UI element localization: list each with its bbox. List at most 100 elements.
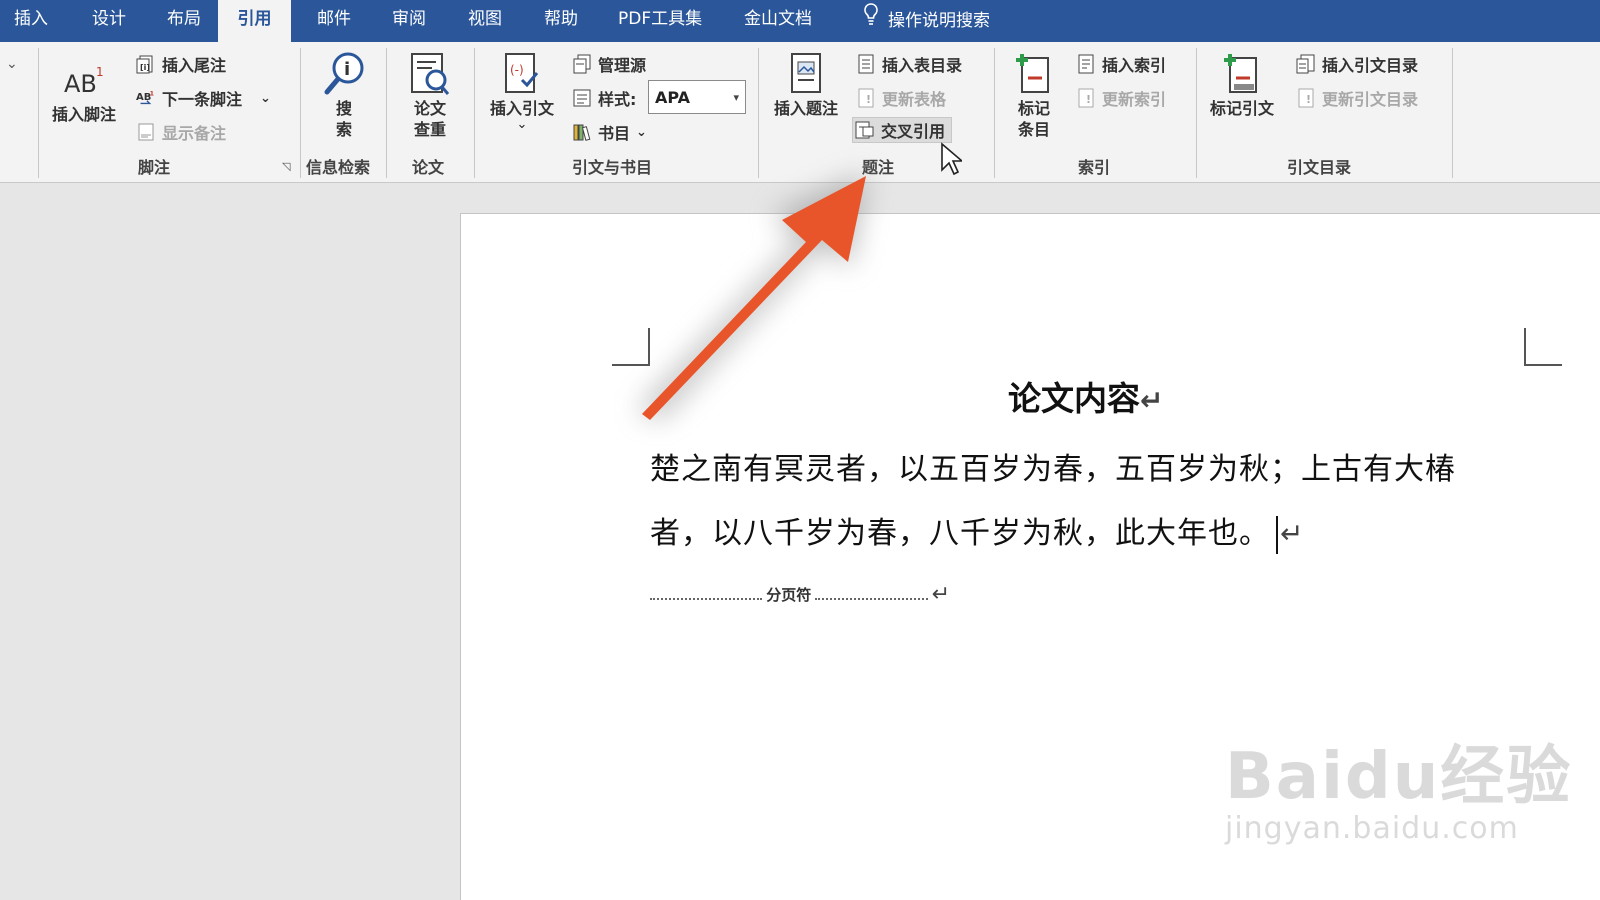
style-label-group: 样式: [572, 85, 636, 111]
tab-insert[interactable]: 插入 [0, 0, 62, 42]
thesis-check-label: 论文查重 [413, 99, 446, 139]
group-separator [1452, 48, 1453, 178]
cross-reference-icon [855, 120, 875, 140]
insert-toa-button[interactable]: 插入引文目录 [1296, 51, 1418, 77]
group-separator [758, 48, 759, 178]
page-break-marker[interactable]: 分页符 ↵ [650, 582, 950, 607]
group-separator [38, 48, 39, 178]
mark-citation-label: 标记引文 [1210, 99, 1275, 118]
tab-layout[interactable]: 布局 [153, 0, 215, 42]
page-break-dots [815, 597, 928, 600]
insert-index-button[interactable]: 插入索引 [1076, 51, 1166, 77]
update-toa-button[interactable]: ! 更新引文目录 [1296, 85, 1418, 111]
manage-sources-button[interactable]: 管理源 [572, 51, 646, 77]
group-label-index: 索引 [1078, 158, 1111, 177]
chevron-down-icon[interactable]: ⌄ [517, 118, 528, 131]
margin-corner-mark [1524, 328, 1562, 366]
tab-mailings[interactable]: 邮件 [303, 0, 365, 42]
svg-text:!: ! [866, 93, 871, 106]
show-notes-button[interactable]: 显示备注 [136, 119, 226, 145]
update-table-button[interactable]: ! 更新表格 [856, 85, 946, 111]
group-label-toa: 引文目录 [1287, 158, 1352, 177]
document-heading-text: 论文内容 [1008, 379, 1140, 418]
svg-text:!: ! [1086, 93, 1091, 106]
body-text: 楚之南有冥灵者，以五百岁为春，五百岁为秋；上古有大椿 [650, 452, 1456, 487]
search-button[interactable]: i 搜索 [322, 50, 366, 140]
insert-toa-label: 插入引文目录 [1322, 56, 1419, 75]
chevron-down-icon[interactable]: ⌄ [260, 91, 271, 106]
table-of-figures-icon [856, 54, 876, 74]
insert-endnote-button[interactable]: [i] 插入尾注 [136, 51, 226, 77]
bibliography-label: 书目 [598, 124, 631, 143]
update-index-label: 更新索引 [1102, 90, 1167, 109]
insert-citation-button[interactable]: (-) 插入引文 ⌄ [490, 50, 554, 131]
cross-reference-button[interactable]: 交叉引用 [852, 117, 953, 143]
svg-text:!: ! [1306, 93, 1311, 106]
watermark-main-text: Baidu经验 [1225, 740, 1573, 814]
manage-sources-label: 管理源 [598, 56, 647, 75]
group-label-citations: 引文与书目 [572, 158, 653, 177]
next-footnote-label: 下一条脚注 [162, 90, 243, 109]
group-separator [994, 48, 995, 178]
cross-reference-label: 交叉引用 [881, 122, 946, 141]
ribbon: ⌄ AB 1 插入脚注 [i] 插入尾注 AB 1 下一条脚注 ⌄ 显示备注 脚注 … [0, 42, 1600, 183]
insert-footnote-button[interactable]: AB 1 插入脚注 [52, 56, 116, 125]
tell-me-label: 操作说明搜索 [888, 11, 990, 31]
citation-style-dropdown[interactable]: APA ▾ [648, 80, 746, 114]
paragraph-mark: ↵ [931, 582, 951, 607]
svg-text:(-): (-) [510, 63, 524, 77]
group-separator [1196, 48, 1197, 178]
update-toa-icon: ! [1296, 88, 1316, 108]
insert-caption-button[interactable]: 插入题注 [774, 50, 838, 119]
tab-pdf-tools[interactable]: PDF工具集 [604, 0, 716, 42]
footnote-icon: AB 1 [62, 56, 106, 104]
group-label-captions: 题注 [862, 158, 895, 177]
tab-references[interactable]: 引用 [218, 0, 291, 42]
chevron-down-icon[interactable]: ⌄ [6, 56, 18, 72]
mark-citation-button[interactable]: 标记引文 [1210, 50, 1274, 119]
thesis-check-button[interactable]: 论文查重 [408, 50, 452, 140]
insert-index-icon [1076, 54, 1096, 74]
insert-table-of-figures-button[interactable]: 插入表目录 [856, 51, 962, 77]
tab-review[interactable]: 审阅 [378, 0, 440, 42]
insert-table-of-figures-label: 插入表目录 [882, 56, 963, 75]
svg-text:1: 1 [150, 90, 154, 97]
update-index-button[interactable]: ! 更新索引 [1076, 85, 1166, 111]
search-label: 搜索 [335, 99, 352, 139]
insert-caption-label: 插入题注 [774, 99, 839, 118]
tell-me-search[interactable]: 操作说明搜索 [848, 0, 1004, 42]
bibliography-button[interactable]: 书目 ⌄ [572, 119, 647, 145]
group-separator [474, 48, 475, 178]
mouse-cursor-icon [940, 142, 965, 180]
update-toa-label: 更新引文目录 [1322, 90, 1419, 109]
update-table-label: 更新表格 [882, 90, 947, 109]
next-footnote-icon: AB 1 [136, 88, 156, 108]
group-label-footnotes: 脚注 [138, 158, 171, 177]
paragraph-mark: ↵ [1140, 384, 1164, 417]
group-separator [300, 48, 301, 178]
tab-design[interactable]: 设计 [78, 0, 140, 42]
next-footnote-button[interactable]: AB 1 下一条脚注 ⌄ [136, 85, 271, 111]
tab-help[interactable]: 帮助 [530, 0, 592, 42]
mark-citation-icon [1220, 50, 1264, 98]
style-label: 样式: [598, 90, 637, 109]
svg-text:i: i [344, 59, 350, 80]
document-heading[interactable]: 论文内容↵ [1008, 372, 1163, 420]
svg-text:AB: AB [64, 70, 97, 98]
insert-toa-icon [1296, 54, 1316, 74]
body-paragraph-line[interactable]: 者，以八千岁为春，八千岁为秋，此大年也。 ↵ [650, 508, 1304, 554]
mark-entry-button[interactable]: 标记条目 [1012, 50, 1056, 140]
baidu-watermark: Baidu经验 jingyan.baidu.com [1225, 725, 1572, 846]
update-table-icon: ! [856, 88, 876, 108]
body-paragraph-line[interactable]: 楚之南有冥灵者，以五百岁为春，五百岁为秋；上古有大椿 [650, 444, 1456, 488]
tab-kingsoft-docs[interactable]: 金山文档 [730, 0, 826, 42]
lightbulb-icon [862, 2, 880, 40]
group-separator [386, 48, 387, 178]
dialog-launcher-icon[interactable]: ◹ [282, 160, 290, 173]
tab-view[interactable]: 视图 [454, 0, 516, 42]
text-cursor [1276, 515, 1278, 554]
insert-endnote-label: 插入尾注 [162, 56, 227, 75]
chevron-down-icon: ▾ [733, 90, 739, 104]
chevron-down-icon[interactable]: ⌄ [636, 125, 647, 140]
mark-entry-label: 标记条目 [1017, 99, 1050, 139]
